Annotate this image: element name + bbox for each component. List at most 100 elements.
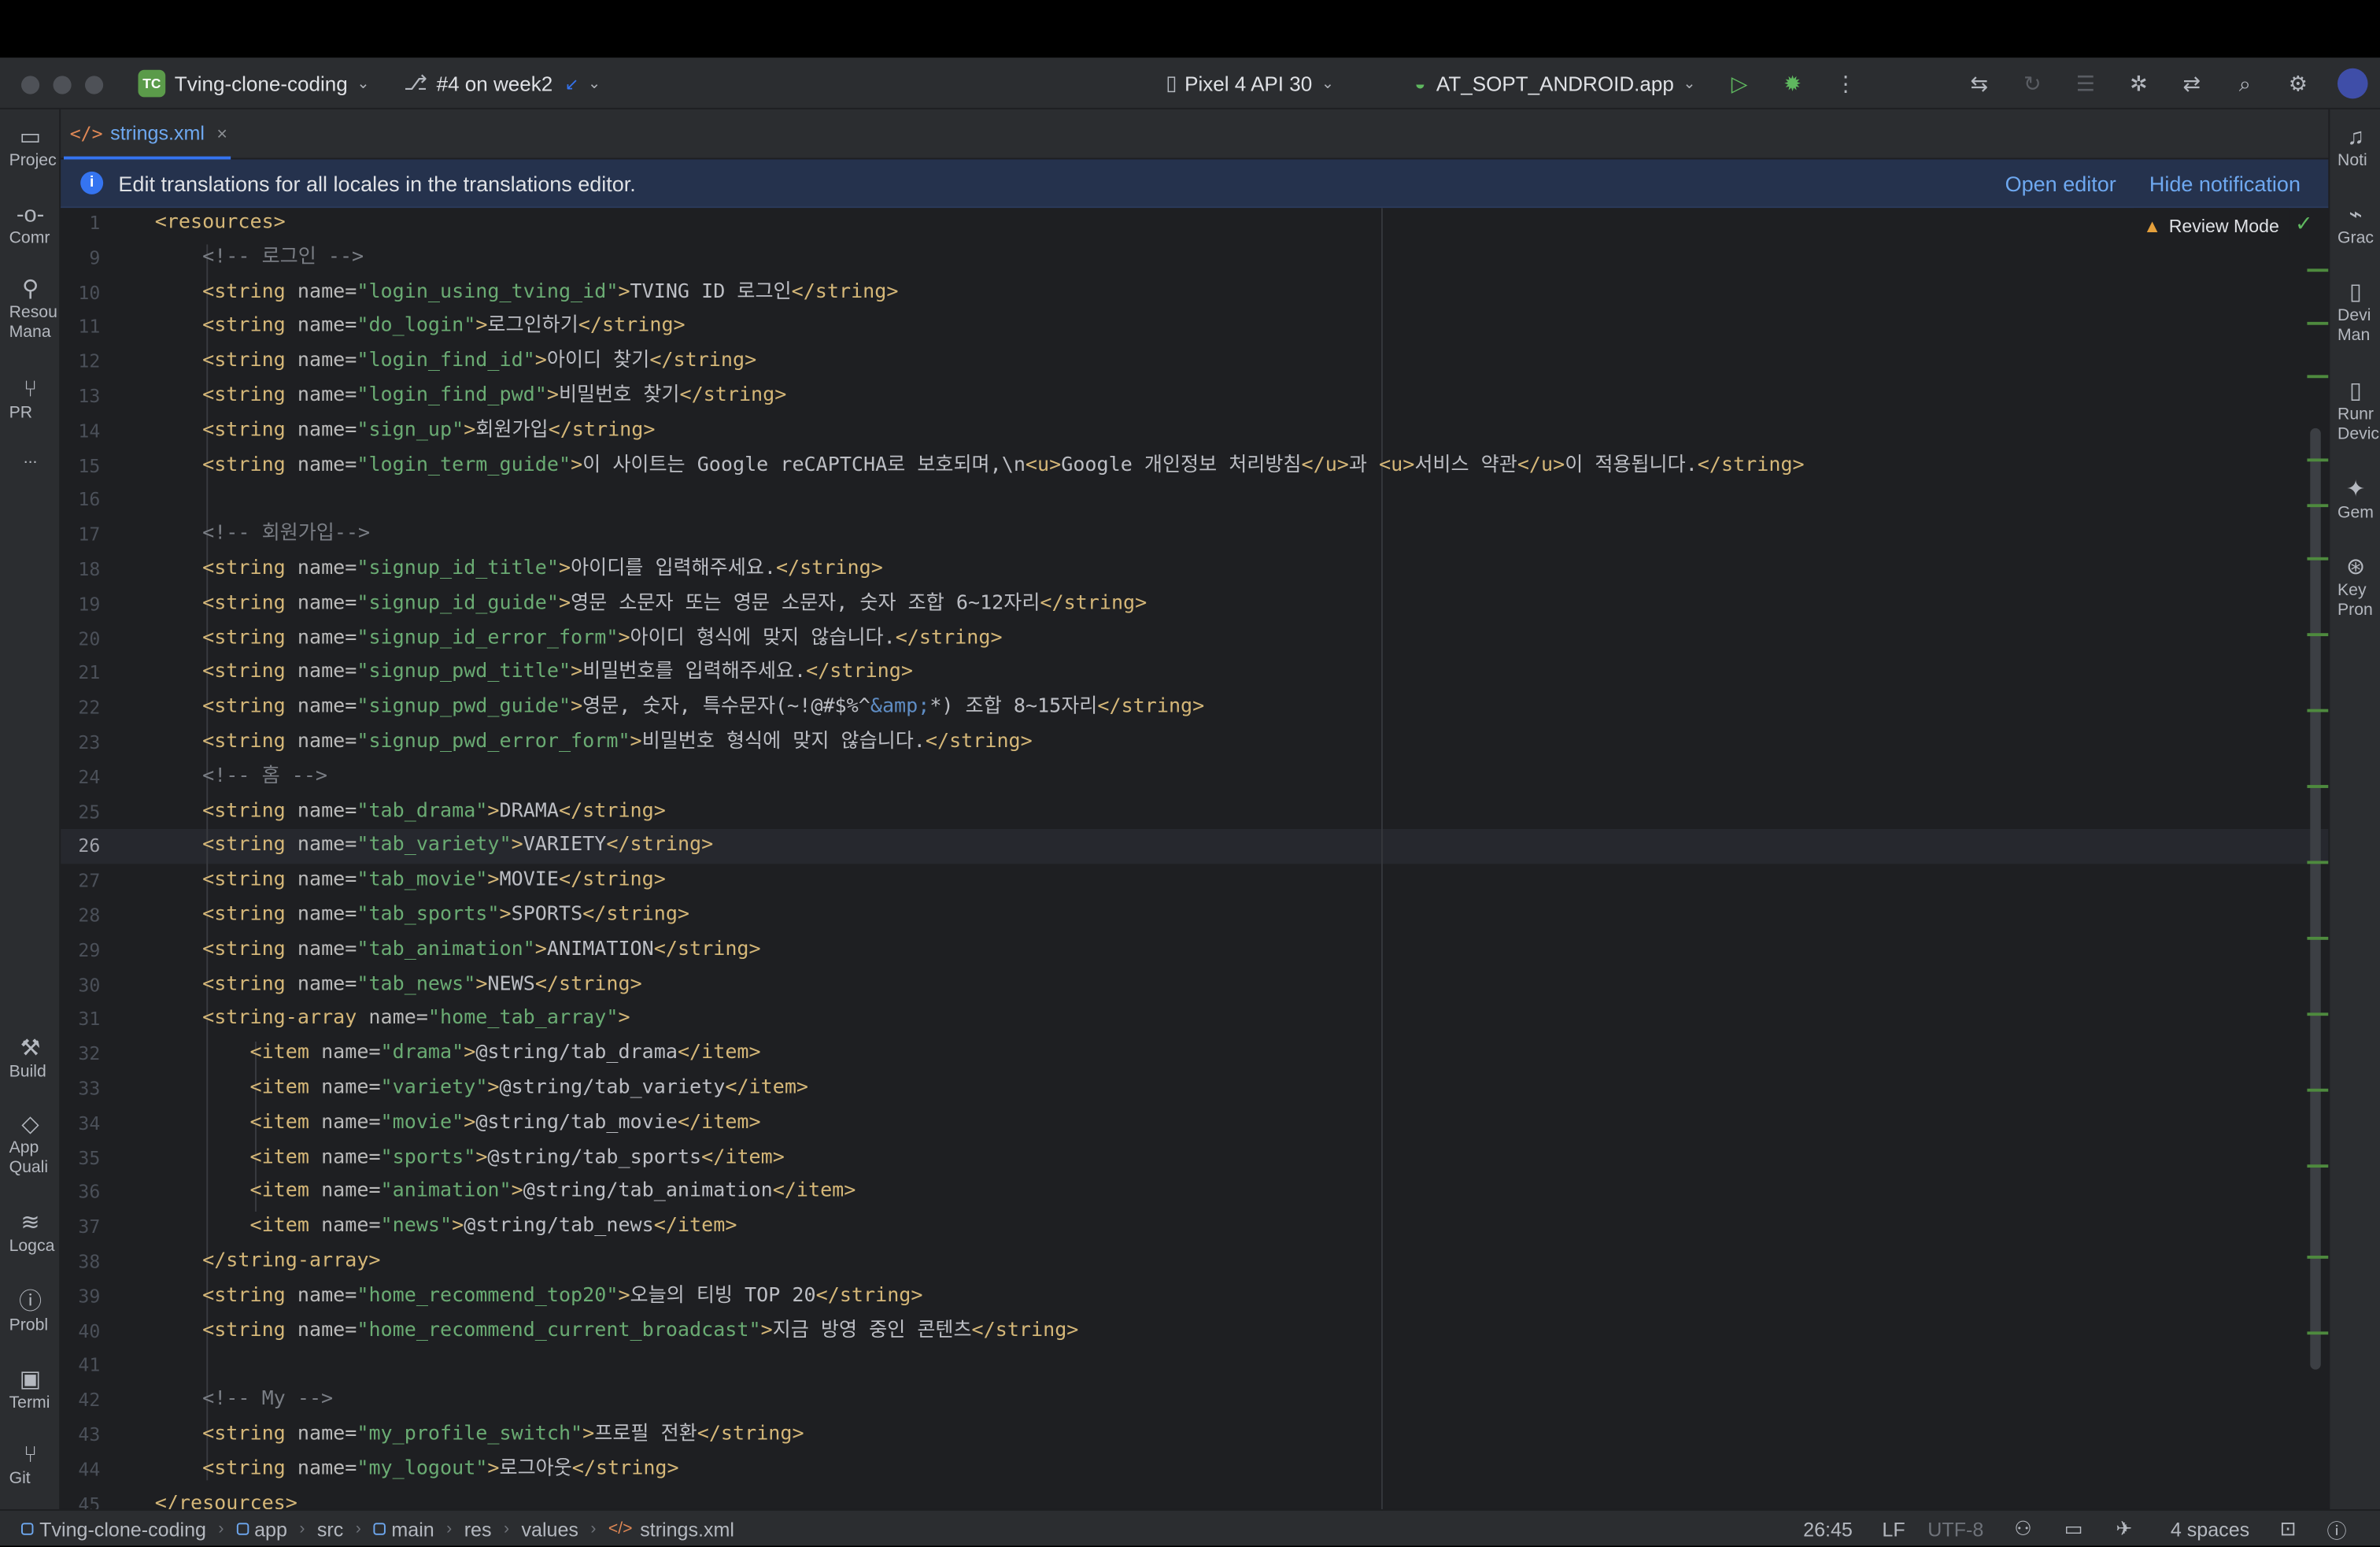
code-line[interactable]: </resources> [155, 1487, 298, 1509]
debug-icon[interactable]: ✹ [1779, 70, 1806, 98]
code-line[interactable]: <string name="do_login">로그인하기</string> [155, 310, 686, 345]
review-mode-indicator[interactable]: ▲ Review Mode [2134, 208, 2289, 245]
memory-icon[interactable]: ▭ [2064, 1511, 2083, 1547]
tab-strings-xml[interactable]: </> strings.xml × [63, 109, 231, 160]
code-editor[interactable]: 1 9 10 11 12 13 14 15 16 17 18 19 20 21 22 23 24 25 26 27 28… [61, 208, 2329, 1509]
code-token: > [618, 626, 630, 650]
more-vertical-icon[interactable]: ⋮ [1832, 70, 1860, 98]
change-marker [2307, 458, 2329, 462]
tool-key-promoter[interactable]: ⊛ Key Pron [2330, 554, 2380, 621]
code-line[interactable]: <string name="tab_sports">SPORTS</string… [155, 899, 689, 934]
code-line[interactable]: <string name="tab_movie">MOVIE</string> [155, 864, 666, 899]
code-line[interactable]: <item name="movie">@string/tab_movie</it… [155, 1107, 760, 1142]
file-encoding[interactable]: UTF-8 [1927, 1511, 1983, 1547]
code-line[interactable]: <string name="login_find_pwd">비밀번호 찾기</s… [155, 379, 786, 414]
breadcrumb-item[interactable]: strings.xml [640, 1518, 734, 1541]
warning-status-icon[interactable]: ⓘ [2326, 1511, 2346, 1547]
hide-notification-link[interactable]: Hide notification [2149, 159, 2301, 208]
code-line[interactable]: <string name="signup_pwd_guide">영문, 숫자, … [155, 691, 1205, 726]
tool-pull-requests[interactable]: ⑂ PR [0, 376, 61, 424]
tool-logcat[interactable]: ≋ Logca [0, 1210, 61, 1257]
rocket-icon[interactable]: ✈ [2116, 1511, 2132, 1547]
code-line[interactable]: <!-- 로그인 --> [155, 241, 364, 276]
project-selector[interactable]: TC Tving-clone-coding ⌄ [138, 57, 370, 109]
code-line[interactable]: <string name="signup_id_guide">영문 소문자 또는… [155, 587, 1148, 622]
tool-git[interactable]: ⑂ Git [0, 1442, 61, 1490]
tool-running-devices[interactable]: ▯ Runr Devic [2330, 378, 2380, 445]
code-line[interactable]: <item name="sports">@string/tab_sports</… [155, 1142, 784, 1176]
apply-changes-icon[interactable]: ⇆ [1965, 70, 1993, 98]
code-line[interactable]: <string name="login_find_id">아이디 찾기</str… [155, 345, 756, 379]
code-line[interactable]: <string name="tab_drama">DRAMA</string> [155, 795, 666, 830]
code-line[interactable]: <item name="animation">@string/tab_anima… [155, 1175, 856, 1210]
maximize-window-button[interactable] [84, 76, 104, 94]
tool-terminal[interactable]: ▣ Termi [0, 1367, 61, 1414]
code-content[interactable]: <resources> <!-- 로그인 --> <string name="l… [155, 208, 2311, 1509]
code-line[interactable]: <string name="home_recommend_top20">오늘의 … [155, 1279, 923, 1314]
code-line[interactable]: <item name="news">@string/tab_news</item… [155, 1210, 737, 1245]
tool-notifications[interactable]: ♫ Noti [2330, 124, 2380, 172]
code-token: <resources> [154, 211, 286, 234]
code-line[interactable]: <string name="signup_id_error_form">아이디 … [155, 622, 1003, 657]
restart-activity-icon[interactable]: ↻ [2019, 70, 2046, 98]
branch-selector[interactable]: ⎇ #4 on week2 ↙ ⌄ [404, 57, 601, 109]
tool-commit[interactable]: -o- Comr [0, 202, 61, 249]
indent-setting[interactable]: 4 spaces [2171, 1511, 2249, 1547]
code-line[interactable]: <resources> [155, 208, 286, 241]
code-line[interactable]: <!-- 홈 --> [155, 761, 327, 795]
code-line[interactable]: <string name="signup_pwd_title">비밀번호를 입력… [155, 657, 913, 691]
device-selector[interactable]: ▯ Pixel 4 API 30 ⌄ [1166, 57, 1334, 109]
minimize-window-button[interactable] [53, 76, 72, 94]
open-editor-link[interactable]: Open editor [2005, 159, 2116, 208]
breadcrumb-item[interactable]: main [391, 1518, 434, 1541]
code-line[interactable]: <string name="tab_variety">VARIETY</stri… [155, 830, 713, 864]
close-icon[interactable]: × [216, 122, 227, 143]
device-mirror-icon[interactable]: ⇄ [2178, 70, 2205, 98]
run-icon[interactable]: ▷ [1726, 70, 1754, 98]
tool-app-quality[interactable]: ◇ App Quali [0, 1112, 61, 1179]
code-line[interactable]: <!-- My --> [155, 1383, 333, 1418]
breadcrumb-item[interactable]: src [317, 1518, 343, 1541]
code-line[interactable]: </string-array> [155, 1245, 380, 1279]
tool-build[interactable]: ⚒ Build [0, 1035, 61, 1083]
sync-icon[interactable]: ☰ [2071, 70, 2099, 98]
run-config-selector[interactable]: ◒ AT_SOPT_ANDROID.app ⌄ [1414, 57, 1695, 109]
breadcrumb-item[interactable]: values [521, 1518, 578, 1541]
bug-icon[interactable]: ✲ [2125, 70, 2153, 98]
code-line[interactable]: <string name="tab_news">NEWS</string> [155, 968, 642, 1003]
code-line[interactable]: <string name="signup_id_title">아이디를 입력해주… [155, 553, 883, 587]
code-line[interactable]: <string name="signup_pwd_error_form">비밀번… [155, 726, 1033, 761]
code-line[interactable]: <string name="my_profile_switch">프로필 전환<… [155, 1418, 804, 1453]
code-line[interactable]: <!-- 회원가입--> [155, 518, 370, 553]
code-line[interactable]: <string name="sign_up">회원가입</string> [155, 414, 655, 449]
breadcrumb-item[interactable]: Tving-clone-coding [39, 1518, 206, 1541]
line-ending[interactable]: LF [1882, 1511, 1905, 1547]
tool-problems[interactable]: ⓘ Probl [0, 1289, 61, 1336]
avatar[interactable] [2337, 68, 2368, 99]
vertical-scrollbar[interactable] [2310, 427, 2321, 1370]
tool-project[interactable]: ▭ Projec [0, 124, 61, 172]
code-line[interactable]: <string name="login_term_guide">이 사이트는 G… [155, 449, 1805, 483]
tool-resource-manager[interactable]: ⚲ Resou Mana [0, 276, 61, 343]
code-line[interactable]: <string name="home_recommend_current_bro… [155, 1314, 1079, 1349]
code-line[interactable]: <item name="variety">@string/tab_variety… [155, 1072, 808, 1107]
code-line[interactable]: <string name="my_logout">로그아웃</string> [155, 1453, 679, 1487]
tool-gemini[interactable]: ✦ Gem [2330, 477, 2380, 524]
tool-more[interactable]: ... [0, 450, 61, 469]
code-line[interactable]: <string name="tab_animation">ANIMATION</… [155, 934, 761, 968]
code-line[interactable]: <string-array name="home_tab_array"> [155, 1003, 630, 1038]
lock-icon[interactable]: ⊡ [2280, 1511, 2297, 1547]
close-window-button[interactable] [20, 76, 40, 94]
line-number-gutter: 1 9 10 11 12 13 14 15 16 17 18 19 20 21 22 23 24 25 26 27 28… [61, 208, 155, 1509]
caret-position[interactable]: 26:45 [1803, 1511, 1853, 1547]
code-line[interactable]: <string name="login_using_tving_id">TVIN… [155, 276, 899, 310]
code-line[interactable]: <item name="drama">@string/tab_drama</it… [155, 1038, 760, 1072]
breadcrumb-item[interactable]: res [464, 1518, 492, 1541]
inspection-icon[interactable]: ⚇ [2014, 1511, 2031, 1547]
tool-device-manager[interactable]: ▯ Devi Man [2330, 279, 2380, 346]
tool-gradle[interactable]: ⌁ Grac [2330, 202, 2380, 249]
settings-icon[interactable]: ⚙ [2284, 70, 2312, 98]
search-icon[interactable]: ⌕ [2231, 70, 2259, 98]
breadcrumb-item[interactable]: app [254, 1518, 287, 1541]
code-token: > [618, 1007, 630, 1031]
